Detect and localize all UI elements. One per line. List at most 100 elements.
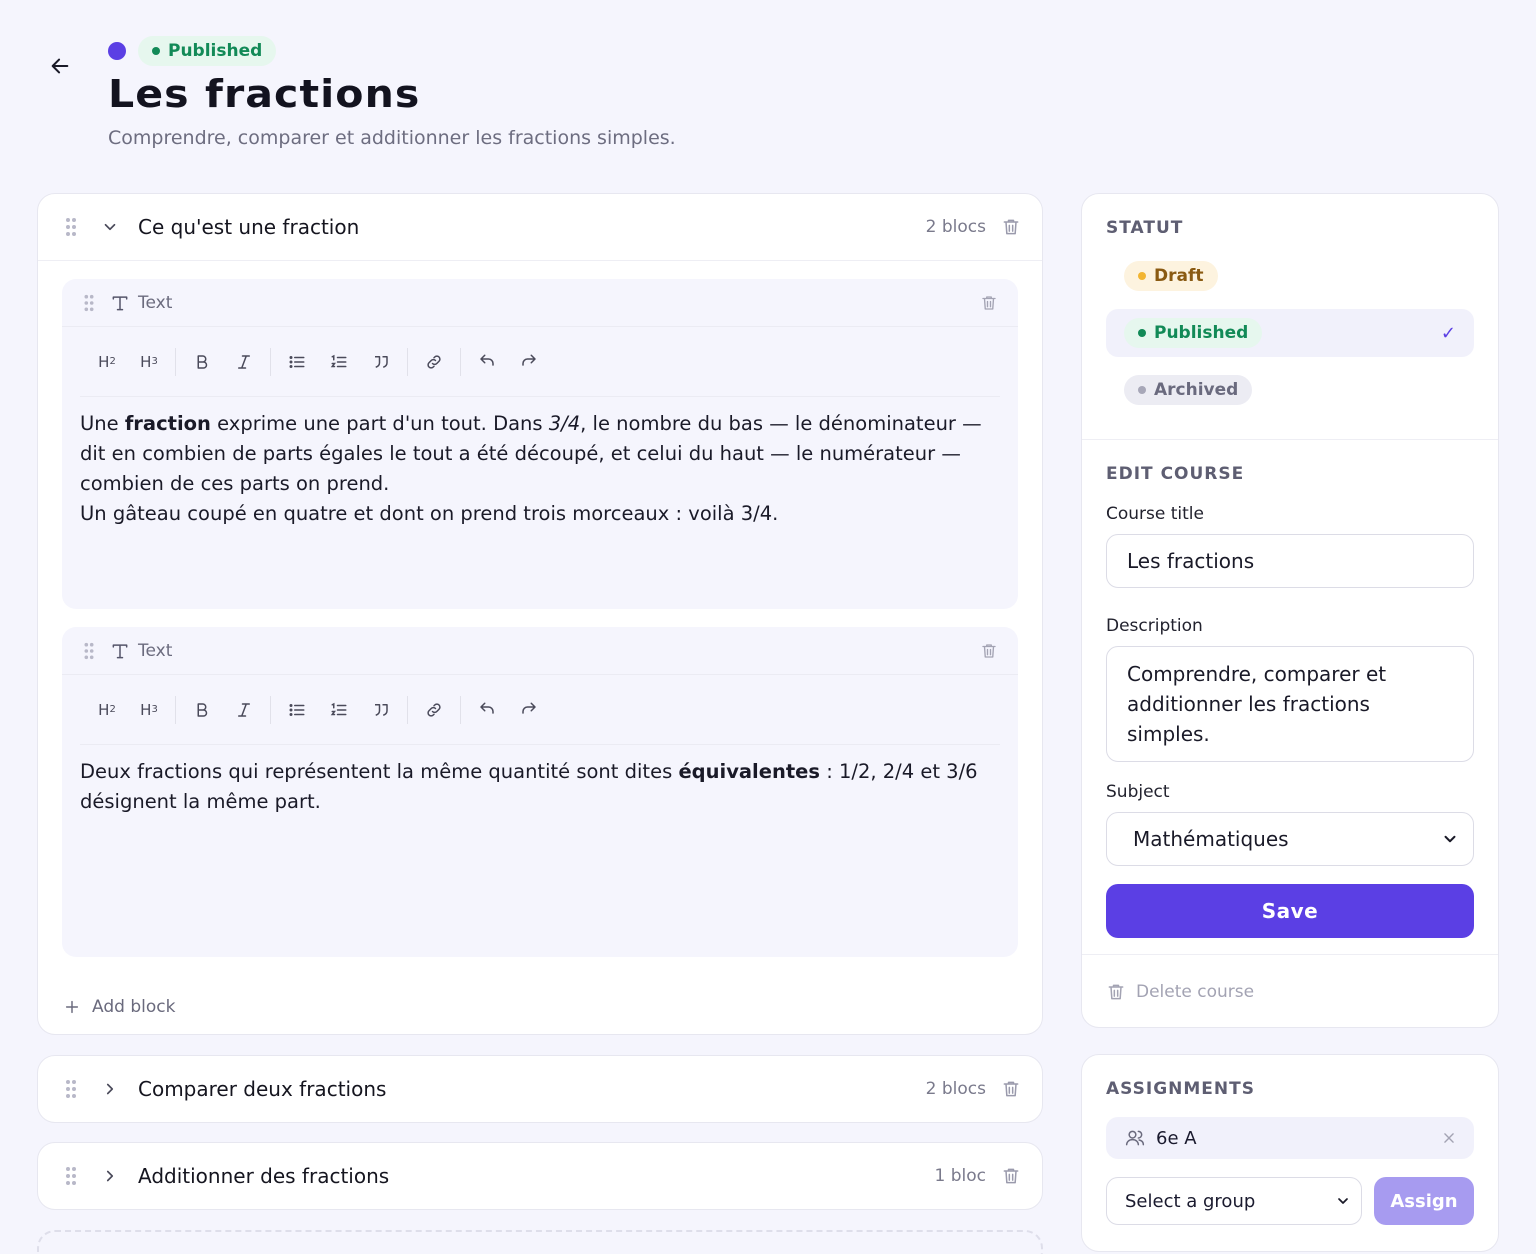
section-header[interactable]: Additionner des fractions 1 bloc [38,1143,1042,1209]
group-select[interactable]: Select a group [1106,1177,1362,1225]
trash-icon[interactable] [1000,216,1022,238]
save-button[interactable]: Save [1106,884,1474,938]
section-title: Additionner des fractions [138,1164,390,1188]
subject-select[interactable]: Mathématiques [1106,812,1474,866]
bullet-list-button[interactable] [276,344,318,380]
drag-handle-icon[interactable] [64,216,78,238]
description-label: Description [1106,616,1203,636]
italic-text: 3/4 [548,412,581,435]
quote-button[interactable] [360,344,402,380]
toolbar-divider [270,695,271,724]
content-block: Text H2 H3 [62,627,1018,957]
bold-icon [197,354,208,369]
paragraph: Un gâteau coupé en quatre et dont on pre… [80,499,1000,529]
content-block: Text H2 H3 [62,279,1018,609]
status-option-draft[interactable]: Draft [1106,252,1474,300]
trash-icon[interactable] [978,292,1000,314]
course-title-input[interactable]: Les fractions [1106,534,1474,588]
arrow-left-icon [51,58,69,74]
text-type-icon [112,295,128,310]
bullet-list-button[interactable] [276,692,318,728]
section-body: Text H2 H3 Une fraction exprime une part… [38,260,1042,1031]
status-section-label: STATUT [1106,218,1184,238]
users-icon [1125,1130,1145,1146]
undo-button[interactable] [466,344,508,380]
italic-button[interactable] [223,692,265,728]
course-settings-card: STATUT Draft Published ✓ Archived EDIT C… [1081,193,1499,1028]
chevron-right-icon[interactable] [100,1166,120,1186]
status-section: STATUT Draft Published ✓ Archived [1082,194,1498,440]
link-button[interactable] [413,344,455,380]
section-header[interactable]: Comparer deux fractions 2 blocs [38,1056,1042,1122]
chevron-down-icon [1444,835,1456,843]
trash-icon[interactable] [978,640,1000,662]
section-card: Ce qu'est une fraction 2 blocs Text H 2 … [37,193,1043,1035]
status-option-published[interactable]: Published ✓ [1106,309,1474,357]
undo-button[interactable] [466,692,508,728]
bullet-list-icon [289,703,305,716]
trash-icon[interactable] [1000,1078,1022,1100]
add-block-button[interactable]: Add block [62,975,1018,1031]
section-card: Comparer deux fractions 2 blocs [37,1055,1043,1123]
assignment-item: 6e A [1106,1117,1474,1159]
assign-form: Select a group Assign [1106,1177,1474,1225]
drag-handle-icon[interactable] [82,292,96,314]
text-editor[interactable]: Deux fractions qui représentent la même … [62,745,1018,817]
drag-handle-icon[interactable] [64,1078,78,1100]
heading-3-button[interactable]: H3 [128,344,170,380]
chevron-down-icon [1338,1198,1348,1204]
heading-3-button[interactable]: H3 [128,692,170,728]
chevron-down-icon[interactable] [100,217,120,237]
section-block-count: 2 blocs [925,217,986,237]
toolbar-divider [175,347,176,376]
bullet-list-icon [289,355,305,368]
section-header[interactable]: Ce qu'est une fraction 2 blocs [38,194,1042,260]
section-card: Additionner des fractions 1 bloc [37,1142,1043,1210]
block-type: Text [110,641,978,661]
block-header: Text [62,627,1018,675]
redo-button[interactable] [508,692,550,728]
link-icon [427,702,441,717]
quote-button[interactable] [360,692,402,728]
subject-select-value: Mathématiques [1133,827,1289,851]
header-meta: Published [108,36,277,66]
section-title: Ce qu'est une fraction [138,215,360,239]
italic-icon [238,354,250,369]
bold-button[interactable] [181,344,223,380]
add-block-label: Add block [92,997,176,1017]
assignment-group-name: 6e A [1156,1127,1197,1149]
quote-icon [375,703,388,716]
ordered-list-icon [330,354,347,367]
heading-2-button[interactable]: H2 [86,344,128,380]
ordered-list-button[interactable] [318,692,360,728]
text-run: Une [80,412,125,435]
drag-handle-icon[interactable] [64,1165,78,1187]
group-select-placeholder: Select a group [1125,1190,1256,1212]
description-textarea[interactable]: Comprendre, comparer et additionner les … [1106,646,1474,762]
undo-icon [480,702,494,714]
link-button[interactable] [413,692,455,728]
toolbar-divider [407,347,408,376]
plus-icon [65,1000,79,1014]
ordered-list-button[interactable] [318,344,360,380]
status-option-archived[interactable]: Archived [1106,366,1474,414]
assign-button[interactable]: Assign [1374,1177,1474,1225]
toolbar-divider [175,695,176,724]
back-button[interactable] [46,52,74,80]
status-dot [1138,386,1146,394]
close-icon[interactable] [1442,1131,1456,1145]
drag-handle-icon[interactable] [82,640,96,662]
text-editor[interactable]: Une fraction exprime une part d'un tout.… [62,397,1018,529]
italic-button[interactable] [223,344,265,380]
paragraph: Deux fractions qui représentent la même … [80,757,1000,817]
redo-button[interactable] [508,344,550,380]
delete-course-button[interactable]: Delete course [1082,955,1498,1003]
chevron-right-icon[interactable] [100,1079,120,1099]
trash-icon[interactable] [1000,1165,1022,1187]
heading-2-button[interactable]: H2 [86,692,128,728]
archived-pill: Archived [1124,375,1253,405]
add-section-placeholder[interactable] [37,1230,1043,1254]
bold-button[interactable] [181,692,223,728]
redo-icon [522,702,536,714]
toolbar-divider [407,695,408,724]
